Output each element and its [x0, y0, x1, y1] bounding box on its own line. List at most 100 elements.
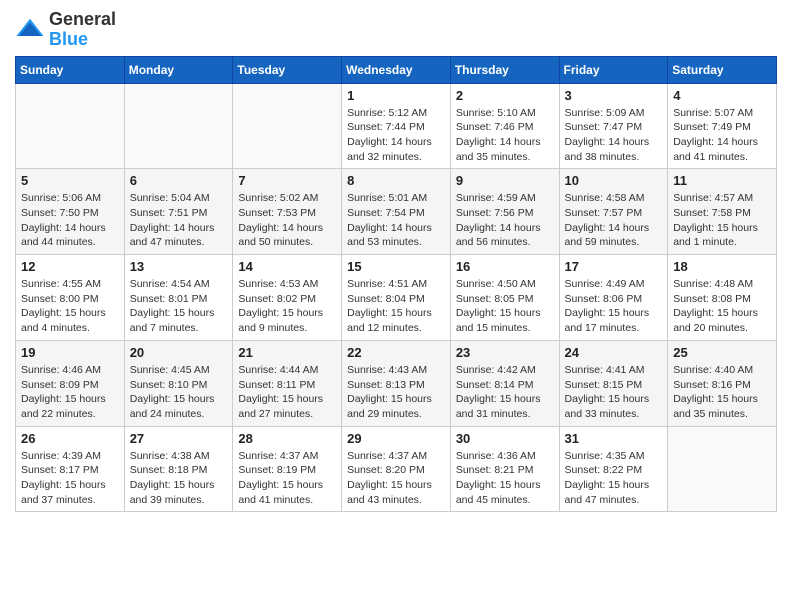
day-number: 30	[456, 431, 554, 446]
day-info: Sunrise: 4:50 AM Sunset: 8:05 PM Dayligh…	[456, 277, 554, 336]
day-number: 7	[238, 173, 336, 188]
day-number: 9	[456, 173, 554, 188]
calendar-cell	[124, 83, 233, 169]
day-number: 22	[347, 345, 445, 360]
weekday-header-friday: Friday	[559, 56, 668, 83]
day-info: Sunrise: 4:37 AM Sunset: 8:20 PM Dayligh…	[347, 449, 445, 508]
weekday-header-row: SundayMondayTuesdayWednesdayThursdayFrid…	[16, 56, 777, 83]
day-info: Sunrise: 5:01 AM Sunset: 7:54 PM Dayligh…	[347, 191, 445, 250]
day-info: Sunrise: 5:04 AM Sunset: 7:51 PM Dayligh…	[130, 191, 228, 250]
day-info: Sunrise: 5:09 AM Sunset: 7:47 PM Dayligh…	[565, 106, 663, 165]
day-info: Sunrise: 4:44 AM Sunset: 8:11 PM Dayligh…	[238, 363, 336, 422]
calendar-cell: 8 Sunrise: 5:01 AM Sunset: 7:54 PM Daylig…	[342, 169, 451, 255]
calendar-cell: 11 Sunrise: 4:57 AM Sunset: 7:58 PM Dayli…	[668, 169, 777, 255]
day-info: Sunrise: 5:07 AM Sunset: 7:49 PM Dayligh…	[673, 106, 771, 165]
logo-icon	[15, 15, 45, 45]
calendar-cell: 28 Sunrise: 4:37 AM Sunset: 8:19 PM Dayli…	[233, 426, 342, 512]
calendar-cell: 16 Sunrise: 4:50 AM Sunset: 8:05 PM Dayli…	[450, 255, 559, 341]
week-row-2: 5Sunrise: 5:06 AM Sunset: 7:50 PM Daylig…	[16, 169, 777, 255]
weekday-header-saturday: Saturday	[668, 56, 777, 83]
day-number: 31	[565, 431, 663, 446]
calendar-cell: 4 Sunrise: 5:07 AM Sunset: 7:49 PM Daylig…	[668, 83, 777, 169]
day-info: Sunrise: 4:51 AM Sunset: 8:04 PM Dayligh…	[347, 277, 445, 336]
week-row-1: 1Sunrise: 5:12 AM Sunset: 7:44 PM Daylig…	[16, 83, 777, 169]
calendar-table: SundayMondayTuesdayWednesdayThursdayFrid…	[15, 56, 777, 513]
day-number: 23	[456, 345, 554, 360]
calendar-cell: 31 Sunrise: 4:35 AM Sunset: 8:22 PM Dayli…	[559, 426, 668, 512]
calendar-cell: 30 Sunrise: 4:36 AM Sunset: 8:21 PM Dayli…	[450, 426, 559, 512]
calendar-cell: 6 Sunrise: 5:04 AM Sunset: 7:51 PM Daylig…	[124, 169, 233, 255]
day-info: Sunrise: 4:39 AM Sunset: 8:17 PM Dayligh…	[21, 449, 119, 508]
calendar-cell: 13 Sunrise: 4:54 AM Sunset: 8:01 PM Dayli…	[124, 255, 233, 341]
day-info: Sunrise: 4:36 AM Sunset: 8:21 PM Dayligh…	[456, 449, 554, 508]
day-number: 3	[565, 88, 663, 103]
day-info: Sunrise: 4:59 AM Sunset: 7:56 PM Dayligh…	[456, 191, 554, 250]
day-info: Sunrise: 4:43 AM Sunset: 8:13 PM Dayligh…	[347, 363, 445, 422]
day-number: 12	[21, 259, 119, 274]
day-info: Sunrise: 4:48 AM Sunset: 8:08 PM Dayligh…	[673, 277, 771, 336]
day-info: Sunrise: 4:55 AM Sunset: 8:00 PM Dayligh…	[21, 277, 119, 336]
calendar-cell: 1Sunrise: 5:12 AM Sunset: 7:44 PM Daylig…	[342, 83, 451, 169]
weekday-header-wednesday: Wednesday	[342, 56, 451, 83]
day-info: Sunrise: 4:40 AM Sunset: 8:16 PM Dayligh…	[673, 363, 771, 422]
day-info: Sunrise: 5:06 AM Sunset: 7:50 PM Dayligh…	[21, 191, 119, 250]
calendar-cell: 5Sunrise: 5:06 AM Sunset: 7:50 PM Daylig…	[16, 169, 125, 255]
calendar-cell: 18 Sunrise: 4:48 AM Sunset: 8:08 PM Dayli…	[668, 255, 777, 341]
day-number: 19	[21, 345, 119, 360]
day-info: Sunrise: 4:41 AM Sunset: 8:15 PM Dayligh…	[565, 363, 663, 422]
day-info: Sunrise: 4:37 AM Sunset: 8:19 PM Dayligh…	[238, 449, 336, 508]
day-number: 24	[565, 345, 663, 360]
calendar-cell: 14 Sunrise: 4:53 AM Sunset: 8:02 PM Dayli…	[233, 255, 342, 341]
day-number: 11	[673, 173, 771, 188]
day-number: 28	[238, 431, 336, 446]
weekday-header-thursday: Thursday	[450, 56, 559, 83]
day-info: Sunrise: 4:49 AM Sunset: 8:06 PM Dayligh…	[565, 277, 663, 336]
day-info: Sunrise: 4:42 AM Sunset: 8:14 PM Dayligh…	[456, 363, 554, 422]
day-info: Sunrise: 4:58 AM Sunset: 7:57 PM Dayligh…	[565, 191, 663, 250]
logo: General Blue	[15, 10, 116, 50]
calendar-cell: 9 Sunrise: 4:59 AM Sunset: 7:56 PM Daylig…	[450, 169, 559, 255]
calendar-cell: 20 Sunrise: 4:45 AM Sunset: 8:10 PM Dayli…	[124, 340, 233, 426]
calendar-cell: 10 Sunrise: 4:58 AM Sunset: 7:57 PM Dayli…	[559, 169, 668, 255]
weekday-header-monday: Monday	[124, 56, 233, 83]
day-info: Sunrise: 5:02 AM Sunset: 7:53 PM Dayligh…	[238, 191, 336, 250]
day-number: 10	[565, 173, 663, 188]
calendar-cell: 29 Sunrise: 4:37 AM Sunset: 8:20 PM Dayli…	[342, 426, 451, 512]
calendar-cell: 25 Sunrise: 4:40 AM Sunset: 8:16 PM Dayli…	[668, 340, 777, 426]
day-number: 8	[347, 173, 445, 188]
day-number: 16	[456, 259, 554, 274]
day-info: Sunrise: 4:53 AM Sunset: 8:02 PM Dayligh…	[238, 277, 336, 336]
logo-text: General Blue	[49, 10, 116, 50]
day-info: Sunrise: 4:54 AM Sunset: 8:01 PM Dayligh…	[130, 277, 228, 336]
calendar-cell: 24 Sunrise: 4:41 AM Sunset: 8:15 PM Dayli…	[559, 340, 668, 426]
day-info: Sunrise: 4:38 AM Sunset: 8:18 PM Dayligh…	[130, 449, 228, 508]
day-number: 13	[130, 259, 228, 274]
day-number: 25	[673, 345, 771, 360]
calendar-cell: 22 Sunrise: 4:43 AM Sunset: 8:13 PM Dayli…	[342, 340, 451, 426]
day-info: Sunrise: 4:35 AM Sunset: 8:22 PM Dayligh…	[565, 449, 663, 508]
day-info: Sunrise: 4:46 AM Sunset: 8:09 PM Dayligh…	[21, 363, 119, 422]
day-number: 29	[347, 431, 445, 446]
calendar-cell	[233, 83, 342, 169]
day-number: 17	[565, 259, 663, 274]
day-number: 4	[673, 88, 771, 103]
week-row-4: 19 Sunrise: 4:46 AM Sunset: 8:09 PM Dayli…	[16, 340, 777, 426]
week-row-5: 26Sunrise: 4:39 AM Sunset: 8:17 PM Dayli…	[16, 426, 777, 512]
day-number: 27	[130, 431, 228, 446]
day-info: Sunrise: 5:12 AM Sunset: 7:44 PM Dayligh…	[347, 106, 445, 165]
calendar-cell: 23 Sunrise: 4:42 AM Sunset: 8:14 PM Dayli…	[450, 340, 559, 426]
day-number: 2	[456, 88, 554, 103]
weekday-header-sunday: Sunday	[16, 56, 125, 83]
calendar-cell: 21Sunrise: 4:44 AM Sunset: 8:11 PM Dayli…	[233, 340, 342, 426]
day-info: Sunrise: 4:45 AM Sunset: 8:10 PM Dayligh…	[130, 363, 228, 422]
calendar-cell	[668, 426, 777, 512]
day-number: 6	[130, 173, 228, 188]
day-number: 18	[673, 259, 771, 274]
calendar-cell: 15Sunrise: 4:51 AM Sunset: 8:04 PM Dayli…	[342, 255, 451, 341]
day-number: 20	[130, 345, 228, 360]
calendar-cell: 27 Sunrise: 4:38 AM Sunset: 8:18 PM Dayli…	[124, 426, 233, 512]
day-info: Sunrise: 4:57 AM Sunset: 7:58 PM Dayligh…	[673, 191, 771, 250]
calendar-cell: 2Sunrise: 5:10 AM Sunset: 7:46 PM Daylig…	[450, 83, 559, 169]
day-number: 14	[238, 259, 336, 274]
weekday-header-tuesday: Tuesday	[233, 56, 342, 83]
